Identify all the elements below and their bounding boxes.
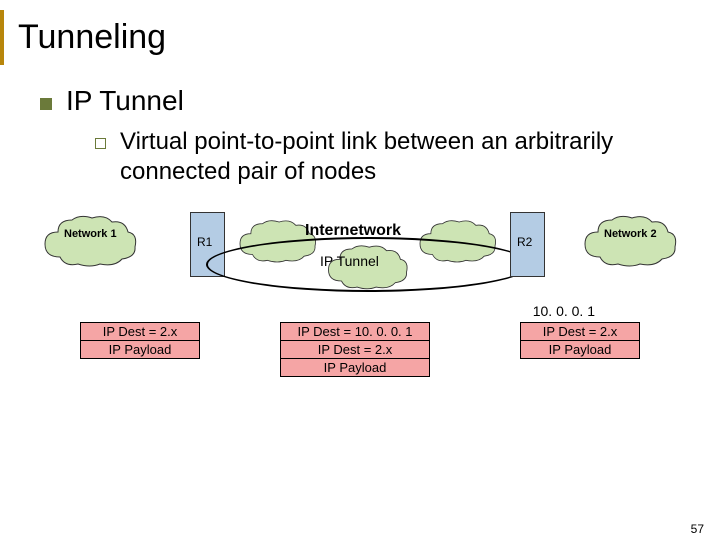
packet-2-line-3: IP Payload [281, 359, 429, 376]
bullet-level-1: IP Tunnel [40, 85, 720, 117]
packet-2-line-2: IP Dest = 2.x [281, 341, 429, 359]
bullet-marker-square [40, 98, 52, 110]
tunnel-label: IP Tunnel [320, 253, 379, 269]
tunnel-diagram: Network 1 R1 Internetwork IP Tunnel [40, 207, 680, 317]
slide-number: 57 [691, 522, 704, 536]
cloud-network-2 [580, 212, 680, 272]
bullet-1-text: IP Tunnel [66, 85, 184, 117]
bullet-marker-hollow [95, 138, 106, 149]
router-2-label: R2 [517, 235, 532, 249]
packet-3-line-1: IP Dest = 2.x [521, 323, 639, 341]
ip-address-label: 10. 0. 0. 1 [533, 303, 595, 319]
bullet-level-2: Virtual point-to-point link between an a… [95, 127, 720, 187]
packet-1-line-1: IP Dest = 2.x [81, 323, 199, 341]
bullet-2-text: Virtual point-to-point link between an a… [120, 127, 720, 187]
title-bar: Tunneling [0, 10, 720, 65]
packet-3-line-2: IP Payload [521, 341, 639, 358]
packet-row: IP Dest = 2.x IP Payload IP Dest = 10. 0… [40, 322, 680, 382]
slide: Tunneling IP Tunnel Virtual point-to-poi… [0, 10, 720, 550]
cloud-network-1 [40, 212, 140, 272]
packet-3: IP Dest = 2.x IP Payload [520, 322, 640, 359]
packet-1-line-2: IP Payload [81, 341, 199, 358]
packet-2: IP Dest = 10. 0. 0. 1 IP Dest = 2.x IP P… [280, 322, 430, 377]
router-1-label: R1 [197, 235, 212, 249]
network-2-label: Network 2 [604, 228, 657, 241]
packet-1: IP Dest = 2.x IP Payload [80, 322, 200, 359]
slide-title: Tunneling [18, 18, 720, 57]
network-1-label: Network 1 [64, 228, 117, 241]
packet-2-line-1: IP Dest = 10. 0. 0. 1 [281, 323, 429, 341]
